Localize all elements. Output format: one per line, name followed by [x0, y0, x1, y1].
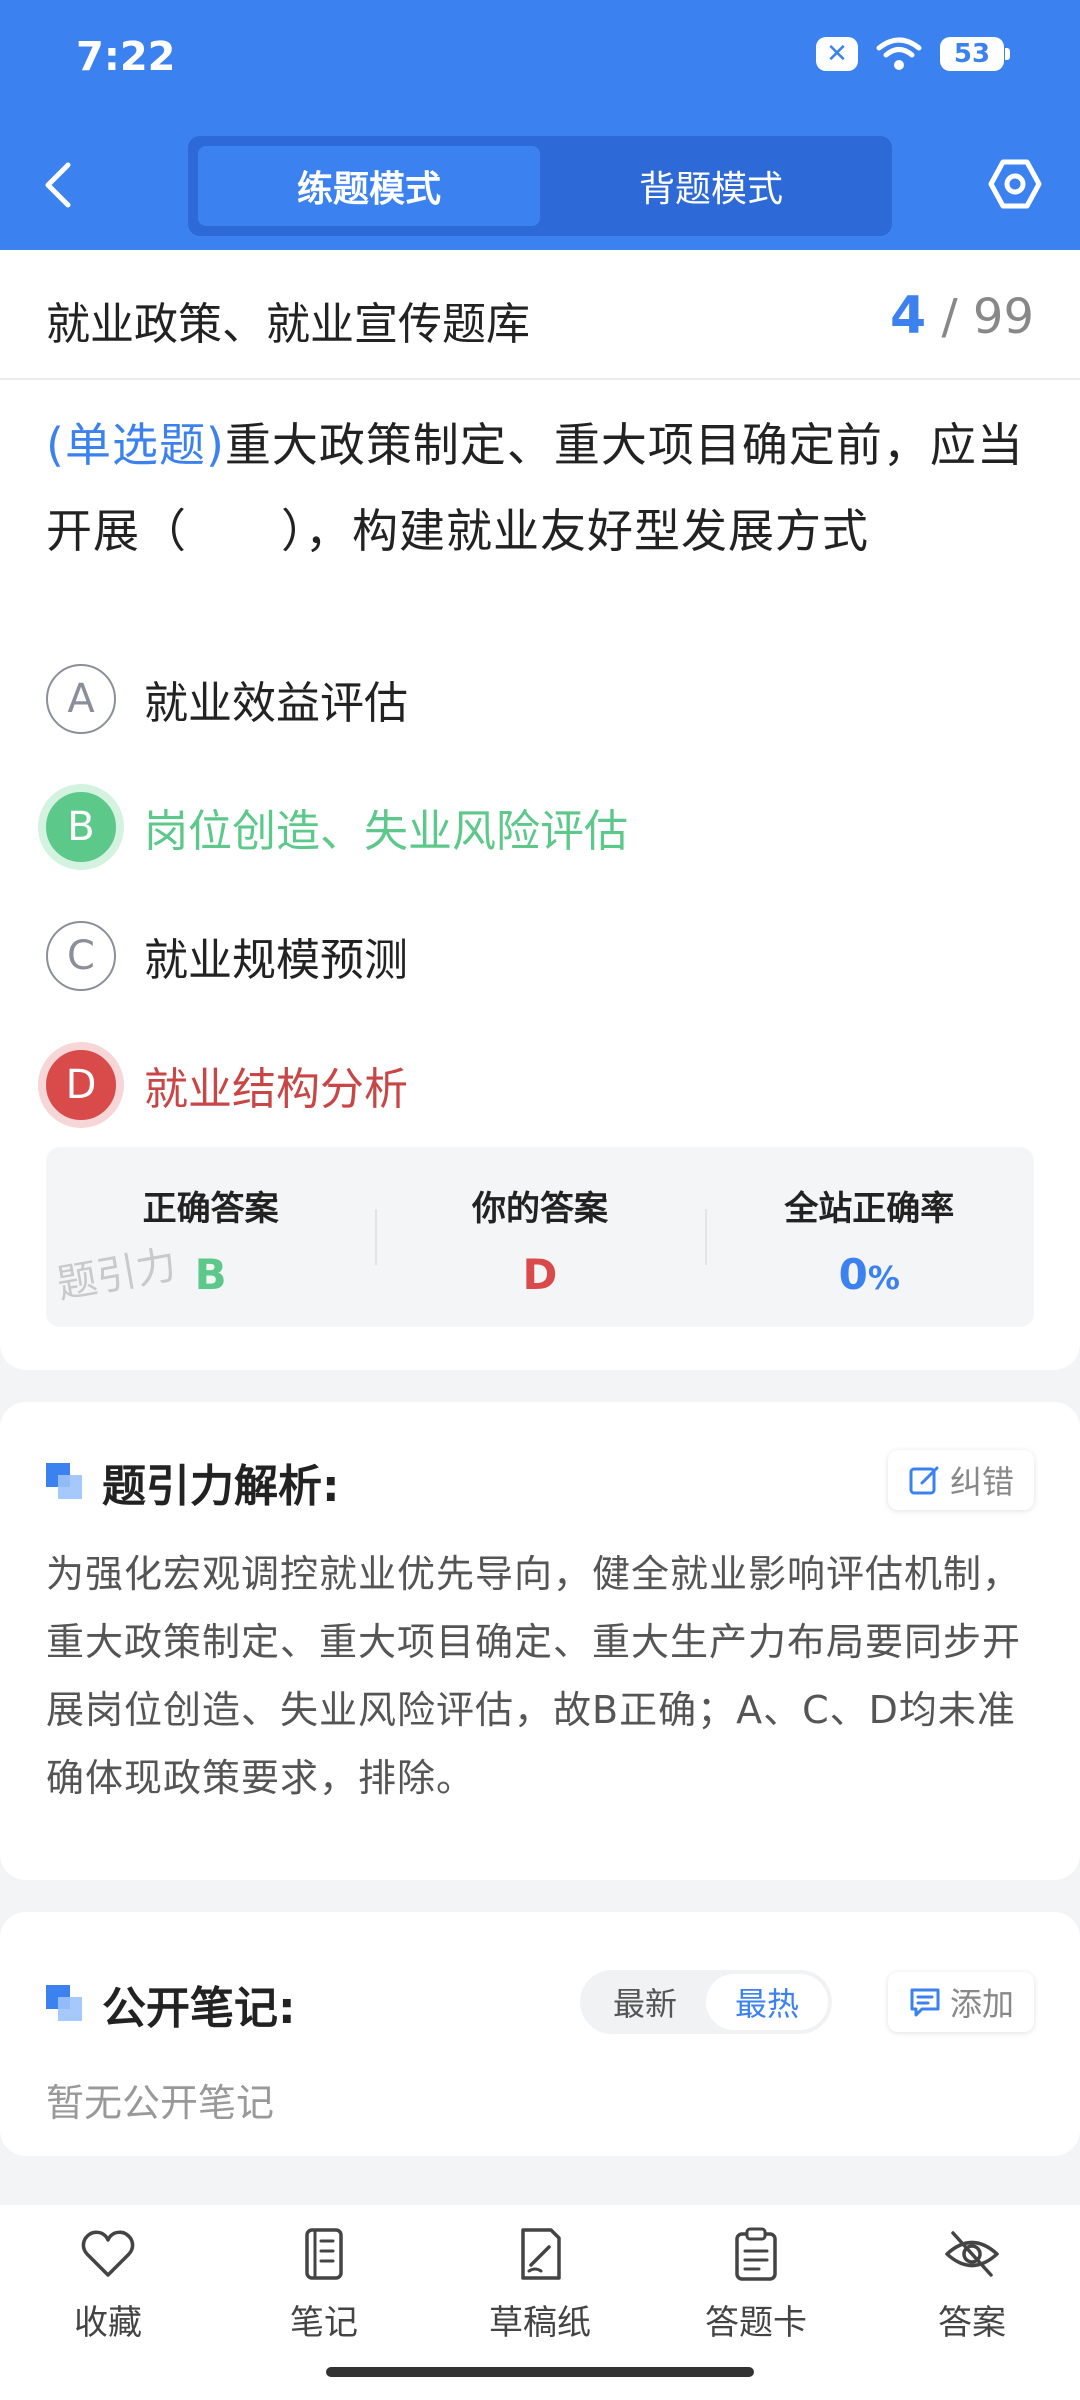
notes-title: 公开笔记: — [46, 1972, 296, 2036]
add-note-button[interactable]: 添加 — [887, 1972, 1034, 2032]
section-square-icon — [46, 1463, 84, 1501]
note-label: 笔记 — [290, 2303, 358, 2343]
option-letter-circle: A — [46, 664, 116, 734]
your-answer-label: 你的答案 — [471, 1189, 608, 1229]
back-button[interactable] — [40, 150, 90, 220]
analysis-title: 题引力解析: — [46, 1450, 340, 1514]
analysis-text: 为强化宏观调控就业优先导向，健全就业影响评估机制，重大政策制定、重大项目确定、重… — [46, 1552, 1022, 1800]
battery-icon: 53 — [940, 37, 1010, 71]
status-time: 7:22 — [76, 34, 176, 80]
option-b[interactable]: B 岗位创造、失业风险评估 — [46, 787, 1036, 867]
analysis-card: 题引力解析: 纠错 为强化宏观调控就业优先导向，健全就业影响评估机制，重大政策制… — [0, 1402, 1080, 1880]
answer-summary: 正确答案 B 题引力 你的答案 D 全站正确率 0% — [46, 1147, 1034, 1327]
correct-answer-label: 正确答案 — [142, 1189, 279, 1229]
question-bank-row: 就业政策、就业宣传题库 4 / 99 — [0, 250, 1080, 380]
answer-card-label: 答题卡 — [705, 2303, 807, 2343]
show-answer-label: 答案 — [938, 2303, 1006, 2343]
site-accuracy-col: 全站正确率 0% — [704, 1147, 1034, 1327]
your-answer-col: 你的答案 D — [375, 1147, 704, 1327]
question-counter: 4 / 99 — [890, 286, 1034, 346]
mode-switch: 练题模式 背题模式 — [188, 136, 892, 236]
question-text: (单选题)重大政策制定、重大项目确定前，应当开展（ ），构建就业友好型发展方式 — [46, 402, 1040, 574]
option-d[interactable]: D 就业结构分析 — [46, 1045, 1036, 1125]
favorite-label: 收藏 — [74, 2303, 142, 2343]
clipboard-icon — [735, 2227, 777, 2281]
home-indicator[interactable] — [326, 2367, 754, 2377]
your-answer-value: D — [522, 1250, 558, 1299]
settings-button[interactable] — [986, 155, 1044, 213]
favorite-button[interactable]: 收藏 — [0, 2205, 216, 2400]
option-text: 就业规模预测 — [144, 935, 408, 986]
heart-icon — [81, 2230, 135, 2277]
edit-icon — [909, 1466, 939, 1495]
public-notes-card: 公开笔记: 最新 最热 添加 暂无公开笔记 — [0, 1912, 1080, 2156]
notebook-icon — [305, 2228, 343, 2280]
option-letter-circle: C — [46, 921, 116, 991]
chevron-left-icon — [45, 162, 71, 208]
site-accuracy-number: 0 — [838, 1250, 868, 1299]
report-error-button[interactable]: 纠错 — [887, 1450, 1034, 1510]
option-a[interactable]: A 就业效益评估 — [46, 659, 1036, 739]
option-c[interactable]: C 就业规模预测 — [46, 916, 1036, 996]
top-header: 7:22 ✕ 53 练题模式 背题模式 — [0, 0, 1080, 250]
option-letter-circle: B — [46, 792, 116, 862]
sort-latest[interactable]: 最新 — [584, 1974, 706, 2030]
notes-sort-toggle: 最新 最热 — [580, 1970, 832, 2034]
add-note-label: 添加 — [949, 1985, 1014, 2023]
status-icons: ✕ 53 — [816, 36, 1010, 72]
notes-title-text: 公开笔记: — [102, 1983, 296, 2034]
section-square-icon — [46, 1985, 84, 2023]
tab-practice-mode[interactable]: 练题模式 — [198, 146, 540, 226]
eye-off-icon — [945, 2231, 999, 2277]
option-letter-circle: D — [46, 1050, 116, 1120]
site-accuracy-label: 全站正确率 — [784, 1189, 955, 1229]
wifi-icon — [876, 37, 922, 70]
report-error-label: 纠错 — [949, 1463, 1014, 1501]
site-accuracy-value: 0% — [705, 1250, 1034, 1299]
question-bank-title: 就业政策、就业宣传题库 — [46, 299, 530, 350]
question-card: 就业政策、就业宣传题库 4 / 99 (单选题)重大政策制定、重大项目确定前，应… — [0, 250, 1080, 1370]
question-type: (单选题) — [46, 418, 225, 472]
settings-hexagon-icon — [988, 159, 1042, 209]
option-text: 岗位创造、失业风险评估 — [144, 806, 628, 857]
show-answer-button[interactable]: 答案 — [864, 2205, 1080, 2400]
current-question-number: 4 — [890, 286, 927, 346]
empty-notes-text: 暂无公开笔记 — [46, 2081, 275, 2125]
tab-memorize-mode[interactable]: 背题模式 — [540, 146, 882, 226]
total-question-count: / 99 — [941, 289, 1034, 345]
option-text: 就业效益评估 — [144, 678, 408, 729]
notification-x-icon: ✕ — [816, 37, 858, 71]
draft-pen-icon — [521, 2228, 561, 2280]
analysis-title-text: 题引力解析: — [102, 1461, 340, 1512]
comment-icon — [910, 1988, 940, 2017]
site-accuracy-unit: % — [867, 1259, 900, 1297]
correct-answer-col: 正确答案 B 题引力 — [46, 1147, 375, 1327]
sort-hot[interactable]: 最热 — [706, 1974, 828, 2030]
option-text: 就业结构分析 — [144, 1064, 408, 1115]
scratch-paper-label: 草稿纸 — [489, 2303, 591, 2343]
